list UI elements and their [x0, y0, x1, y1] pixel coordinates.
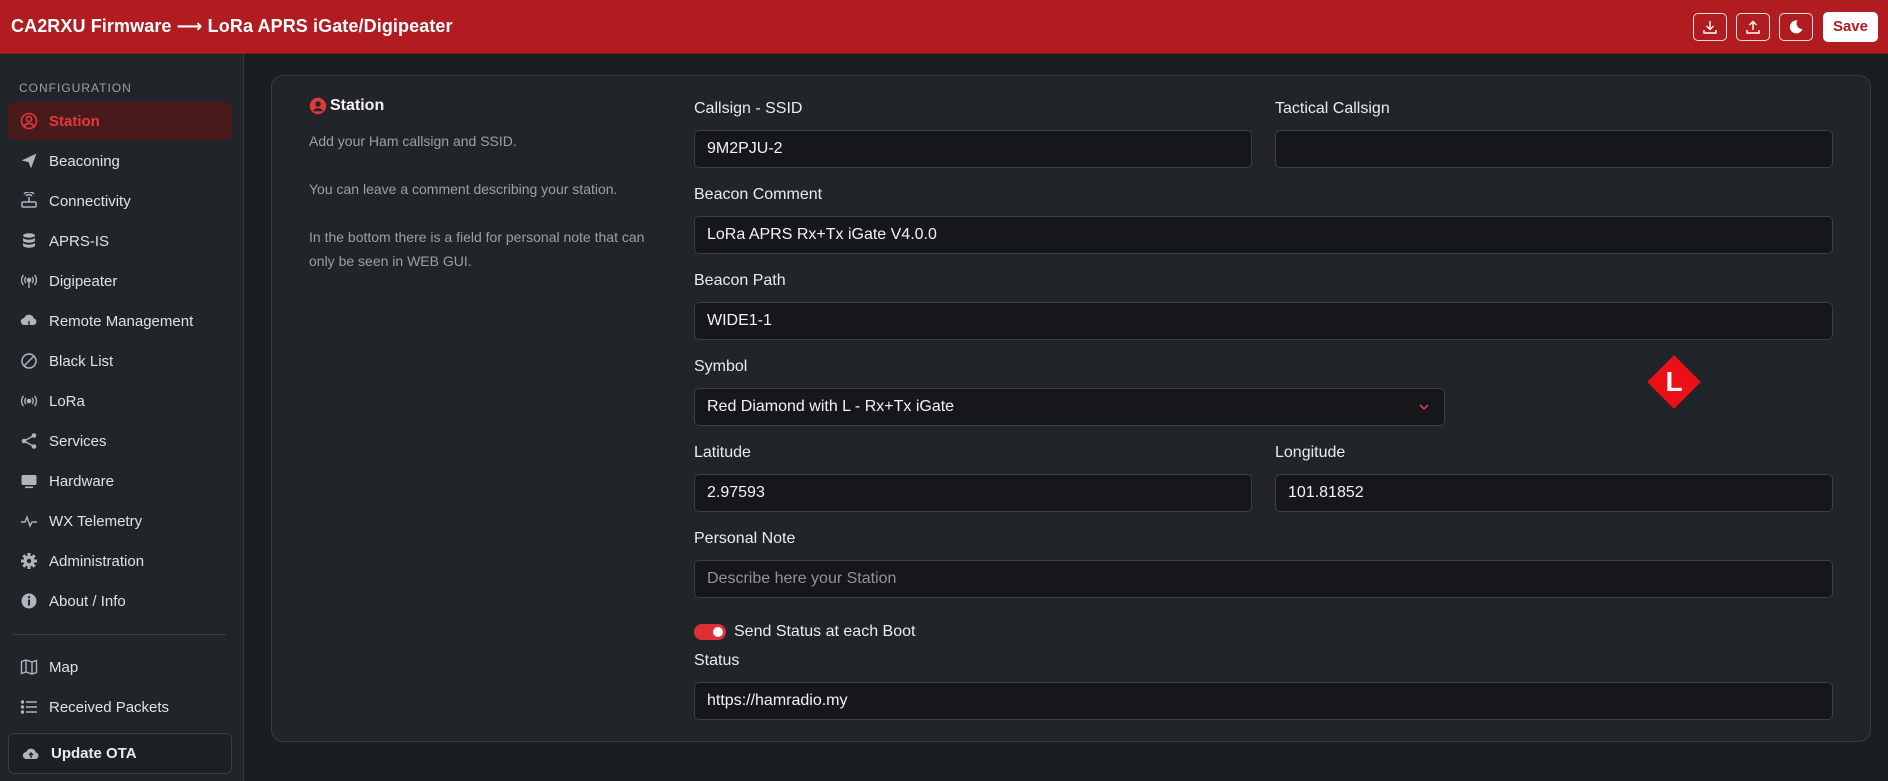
callsign-input[interactable]: 9M2PJU-2	[694, 130, 1252, 168]
sidebar-item-remote-management[interactable]: Remote Management	[8, 302, 232, 340]
pulse-icon	[20, 512, 38, 530]
sidebar-heading: CONFIGURATION	[19, 81, 132, 95]
personal-note-input[interactable]: Describe here your Station	[694, 560, 1833, 598]
tactical-callsign-label: Tactical Callsign	[1275, 100, 1390, 117]
sidebar-item-administration[interactable]: Administration	[8, 542, 232, 580]
map-icon	[20, 658, 38, 676]
sidebar-item-lora[interactable]: LoRa	[8, 382, 232, 420]
monitor-icon	[20, 472, 38, 490]
sidebar-item-black-list[interactable]: Black List	[8, 342, 232, 380]
sidebar-item-label: Station	[49, 112, 100, 130]
sidebar-item-wx-telemetry[interactable]: WX Telemetry	[8, 502, 232, 540]
tactical-callsign-input[interactable]	[1275, 130, 1833, 168]
cloud-upload-icon	[22, 745, 40, 763]
sidebar-item-station[interactable]: Station	[8, 102, 232, 140]
send-status-toggle[interactable]	[694, 624, 726, 640]
update-ota-label: Update OTA	[51, 745, 137, 762]
sidebar-item-label: LoRa	[49, 392, 85, 410]
router-icon	[20, 192, 38, 210]
callsign-label: Callsign - SSID	[694, 100, 803, 117]
symbol-label: Symbol	[694, 358, 748, 375]
share-icon	[20, 432, 38, 450]
section-title: Station	[309, 97, 384, 115]
sidebar-item-label: Received Packets	[49, 698, 170, 716]
sidebar: CONFIGURATION Station Beaconing Connecti…	[0, 54, 244, 781]
sidebar-item-connectivity[interactable]: Connectivity	[8, 182, 232, 220]
user-circle-icon	[309, 97, 327, 115]
sidebar-item-services[interactable]: Services	[8, 422, 232, 460]
database-icon	[20, 232, 38, 250]
symbol-letter: L	[1665, 366, 1683, 397]
status-input[interactable]: https://hamradio.my	[694, 682, 1833, 720]
send-status-label: Send Status at each Boot	[734, 623, 916, 640]
download-icon	[1703, 20, 1717, 34]
sidebar-item-label: About / Info	[49, 592, 126, 610]
upload-icon	[1746, 20, 1760, 34]
paper-plane-icon	[20, 152, 38, 170]
info-icon	[20, 592, 38, 610]
list-icon	[20, 698, 38, 716]
section-title-text: Station	[330, 97, 385, 114]
save-button[interactable]: Save	[1822, 11, 1878, 42]
app-title: CA2RXU Firmware ⟶ LoRa APRS iGate/Digipe…	[11, 16, 453, 36]
sidebar-item-digipeater[interactable]: Digipeater	[8, 262, 232, 300]
sidebar-item-label: Digipeater	[49, 272, 118, 290]
sidebar-item-about-info[interactable]: About / Info	[8, 582, 232, 620]
sidebar-item-label: Administration	[49, 552, 145, 570]
station-card: Station Add your Ham callsign and SSID. …	[271, 75, 1871, 742]
moon-icon	[1789, 19, 1803, 33]
upload-button[interactable]	[1735, 12, 1770, 41]
symbol-select[interactable]: Red Diamond with L - Rx+Tx iGate	[694, 388, 1445, 426]
broadcast-icon	[20, 272, 38, 290]
chevron-down-icon	[1419, 404, 1429, 411]
signal-icon	[20, 392, 38, 410]
beacon-comment-label: Beacon Comment	[694, 186, 823, 203]
gear-icon	[20, 552, 38, 570]
sidebar-item-label: Hardware	[49, 472, 115, 490]
beacon-path-input[interactable]: WIDE1-1	[694, 302, 1833, 340]
station-desc-comment: You can leave a comment describing your …	[309, 181, 618, 197]
longitude-input[interactable]: 101.81852	[1275, 474, 1833, 512]
sidebar-item-label: Map	[49, 658, 79, 676]
personal-note-label: Personal Note	[694, 530, 796, 547]
main-content: Station Add your Ham callsign and SSID. …	[244, 54, 1888, 781]
beacon-path-label: Beacon Path	[694, 272, 786, 289]
sidebar-item-label: Connectivity	[49, 192, 131, 210]
longitude-label: Longitude	[1275, 444, 1346, 461]
symbol-select-value: Red Diamond with L - Rx+Tx iGate	[707, 398, 955, 415]
sidebar-item-label: Remote Management	[49, 312, 194, 330]
sidebar-item-hardware[interactable]: Hardware	[8, 462, 232, 500]
sidebar-item-label: APRS-IS	[49, 232, 110, 250]
sidebar-item-label: Beaconing	[49, 152, 120, 170]
latitude-label: Latitude	[694, 444, 751, 461]
download-button[interactable]	[1692, 12, 1727, 41]
sidebar-divider	[13, 634, 226, 635]
sidebar-item-aprs-is[interactable]: APRS-IS	[8, 222, 232, 260]
ban-icon	[20, 352, 38, 370]
send-status-row: Send Status at each Boot	[694, 623, 915, 641]
latitude-input[interactable]: 2.97593	[694, 474, 1252, 512]
cloud-icon	[20, 312, 38, 330]
station-desc-note: In the bottom there is a field for perso…	[309, 229, 645, 269]
sidebar-item-received-packets[interactable]: Received Packets	[8, 688, 232, 726]
station-desc-callsign: Add your Ham callsign and SSID.	[309, 133, 517, 149]
top-actions: Save	[1692, 11, 1878, 42]
symbol-preview-icon: L	[1644, 352, 1704, 412]
sidebar-item-label: Services	[49, 432, 107, 450]
beacon-comment-input[interactable]: LoRa APRS Rx+Tx iGate V4.0.0	[694, 216, 1833, 254]
sidebar-item-map[interactable]: Map	[8, 648, 232, 686]
update-ota-button[interactable]: Update OTA	[8, 733, 232, 774]
sidebar-item-label: Black List	[49, 352, 114, 370]
status-label: Status	[694, 652, 740, 669]
theme-toggle-button[interactable]	[1778, 12, 1813, 41]
sidebar-item-beaconing[interactable]: Beaconing	[8, 142, 232, 180]
top-bar: CA2RXU Firmware ⟶ LoRa APRS iGate/Digipe…	[0, 0, 1888, 54]
sidebar-item-label: WX Telemetry	[49, 512, 143, 530]
user-circle-icon	[20, 112, 38, 130]
